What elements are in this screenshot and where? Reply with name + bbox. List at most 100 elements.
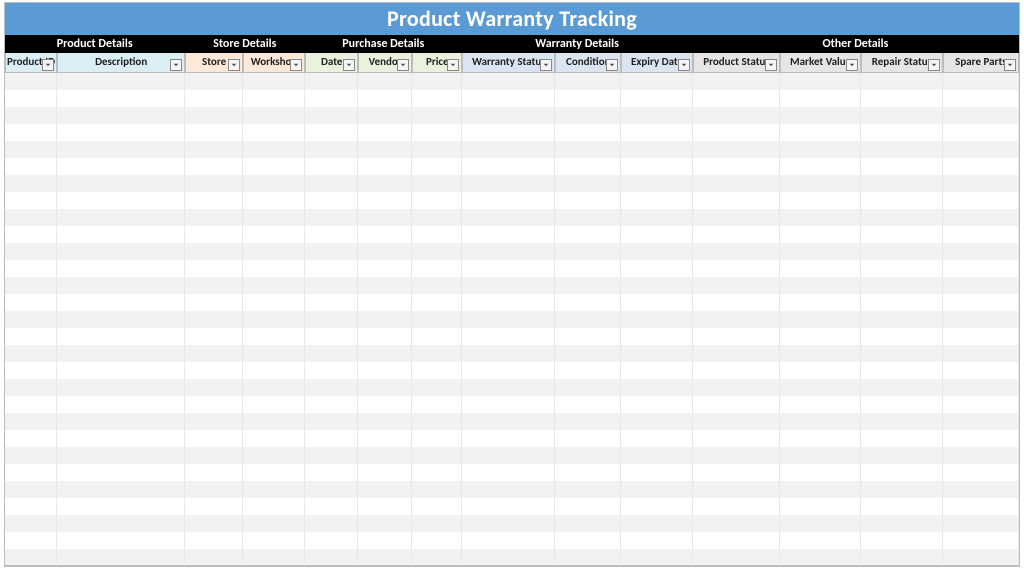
cell[interactable]	[861, 107, 943, 124]
cell[interactable]	[555, 192, 621, 209]
cell[interactable]	[943, 515, 1019, 532]
cell[interactable]	[5, 294, 57, 311]
table-row[interactable]	[5, 294, 1019, 311]
table-row[interactable]	[5, 328, 1019, 345]
cell[interactable]	[5, 243, 57, 260]
cell[interactable]	[358, 277, 412, 294]
cell[interactable]	[305, 549, 358, 566]
cell[interactable]	[185, 464, 243, 481]
cell[interactable]	[185, 73, 243, 90]
cell[interactable]	[243, 294, 305, 311]
cell[interactable]	[243, 226, 305, 243]
table-row[interactable]	[5, 192, 1019, 209]
cell[interactable]	[412, 175, 462, 192]
cell[interactable]	[861, 447, 943, 464]
cell[interactable]	[5, 277, 57, 294]
cell[interactable]	[185, 328, 243, 345]
cell[interactable]	[861, 90, 943, 107]
cell[interactable]	[57, 158, 185, 175]
cell[interactable]	[185, 430, 243, 447]
cell[interactable]	[243, 345, 305, 362]
cell[interactable]	[693, 243, 780, 260]
cell[interactable]	[555, 413, 621, 430]
cell[interactable]	[462, 141, 555, 158]
cell[interactable]	[57, 209, 185, 226]
cell[interactable]	[412, 328, 462, 345]
cell[interactable]	[943, 107, 1019, 124]
table-row[interactable]	[5, 90, 1019, 107]
cell[interactable]	[621, 175, 693, 192]
cell[interactable]	[943, 532, 1019, 549]
table-row[interactable]	[5, 107, 1019, 124]
cell[interactable]	[621, 464, 693, 481]
cell[interactable]	[693, 413, 780, 430]
cell[interactable]	[621, 447, 693, 464]
cell[interactable]	[462, 532, 555, 549]
cell[interactable]	[621, 90, 693, 107]
cell[interactable]	[861, 532, 943, 549]
cell[interactable]	[621, 294, 693, 311]
cell[interactable]	[305, 192, 358, 209]
cell[interactable]	[861, 413, 943, 430]
cell[interactable]	[861, 311, 943, 328]
cell[interactable]	[412, 362, 462, 379]
cell[interactable]	[305, 107, 358, 124]
cell[interactable]	[5, 107, 57, 124]
cell[interactable]	[243, 430, 305, 447]
cell[interactable]	[943, 90, 1019, 107]
filter-dropdown-icon[interactable]	[290, 59, 302, 71]
cell[interactable]	[185, 243, 243, 260]
cell[interactable]	[5, 311, 57, 328]
cell[interactable]	[412, 209, 462, 226]
cell[interactable]	[57, 175, 185, 192]
cell[interactable]	[243, 498, 305, 515]
cell[interactable]	[693, 498, 780, 515]
cell[interactable]	[57, 73, 185, 90]
cell[interactable]	[780, 481, 861, 498]
cell[interactable]	[305, 124, 358, 141]
cell[interactable]	[412, 243, 462, 260]
table-row[interactable]	[5, 277, 1019, 294]
table-row[interactable]	[5, 498, 1019, 515]
cell[interactable]	[358, 90, 412, 107]
cell[interactable]	[621, 141, 693, 158]
cell[interactable]	[943, 447, 1019, 464]
cell[interactable]	[861, 430, 943, 447]
cell[interactable]	[462, 192, 555, 209]
cell[interactable]	[861, 192, 943, 209]
cell[interactable]	[780, 175, 861, 192]
cell[interactable]	[305, 447, 358, 464]
cell[interactable]	[943, 396, 1019, 413]
cell[interactable]	[305, 345, 358, 362]
cell[interactable]	[555, 447, 621, 464]
cell[interactable]	[185, 209, 243, 226]
cell[interactable]	[555, 294, 621, 311]
cell[interactable]	[943, 430, 1019, 447]
cell[interactable]	[305, 515, 358, 532]
cell[interactable]	[358, 209, 412, 226]
cell[interactable]	[412, 498, 462, 515]
cell[interactable]	[412, 447, 462, 464]
cell[interactable]	[358, 549, 412, 566]
cell[interactable]	[693, 447, 780, 464]
cell[interactable]	[358, 260, 412, 277]
cell[interactable]	[358, 226, 412, 243]
cell[interactable]	[57, 481, 185, 498]
cell[interactable]	[780, 328, 861, 345]
cell[interactable]	[861, 277, 943, 294]
cell[interactable]	[861, 345, 943, 362]
cell[interactable]	[305, 260, 358, 277]
table-row[interactable]	[5, 532, 1019, 549]
cell[interactable]	[57, 260, 185, 277]
cell[interactable]	[943, 328, 1019, 345]
cell[interactable]	[861, 464, 943, 481]
cell[interactable]	[305, 73, 358, 90]
cell[interactable]	[555, 141, 621, 158]
cell[interactable]	[693, 396, 780, 413]
cell[interactable]	[861, 515, 943, 532]
cell[interactable]	[621, 209, 693, 226]
cell[interactable]	[462, 175, 555, 192]
cell[interactable]	[185, 515, 243, 532]
cell[interactable]	[5, 498, 57, 515]
cell[interactable]	[57, 532, 185, 549]
